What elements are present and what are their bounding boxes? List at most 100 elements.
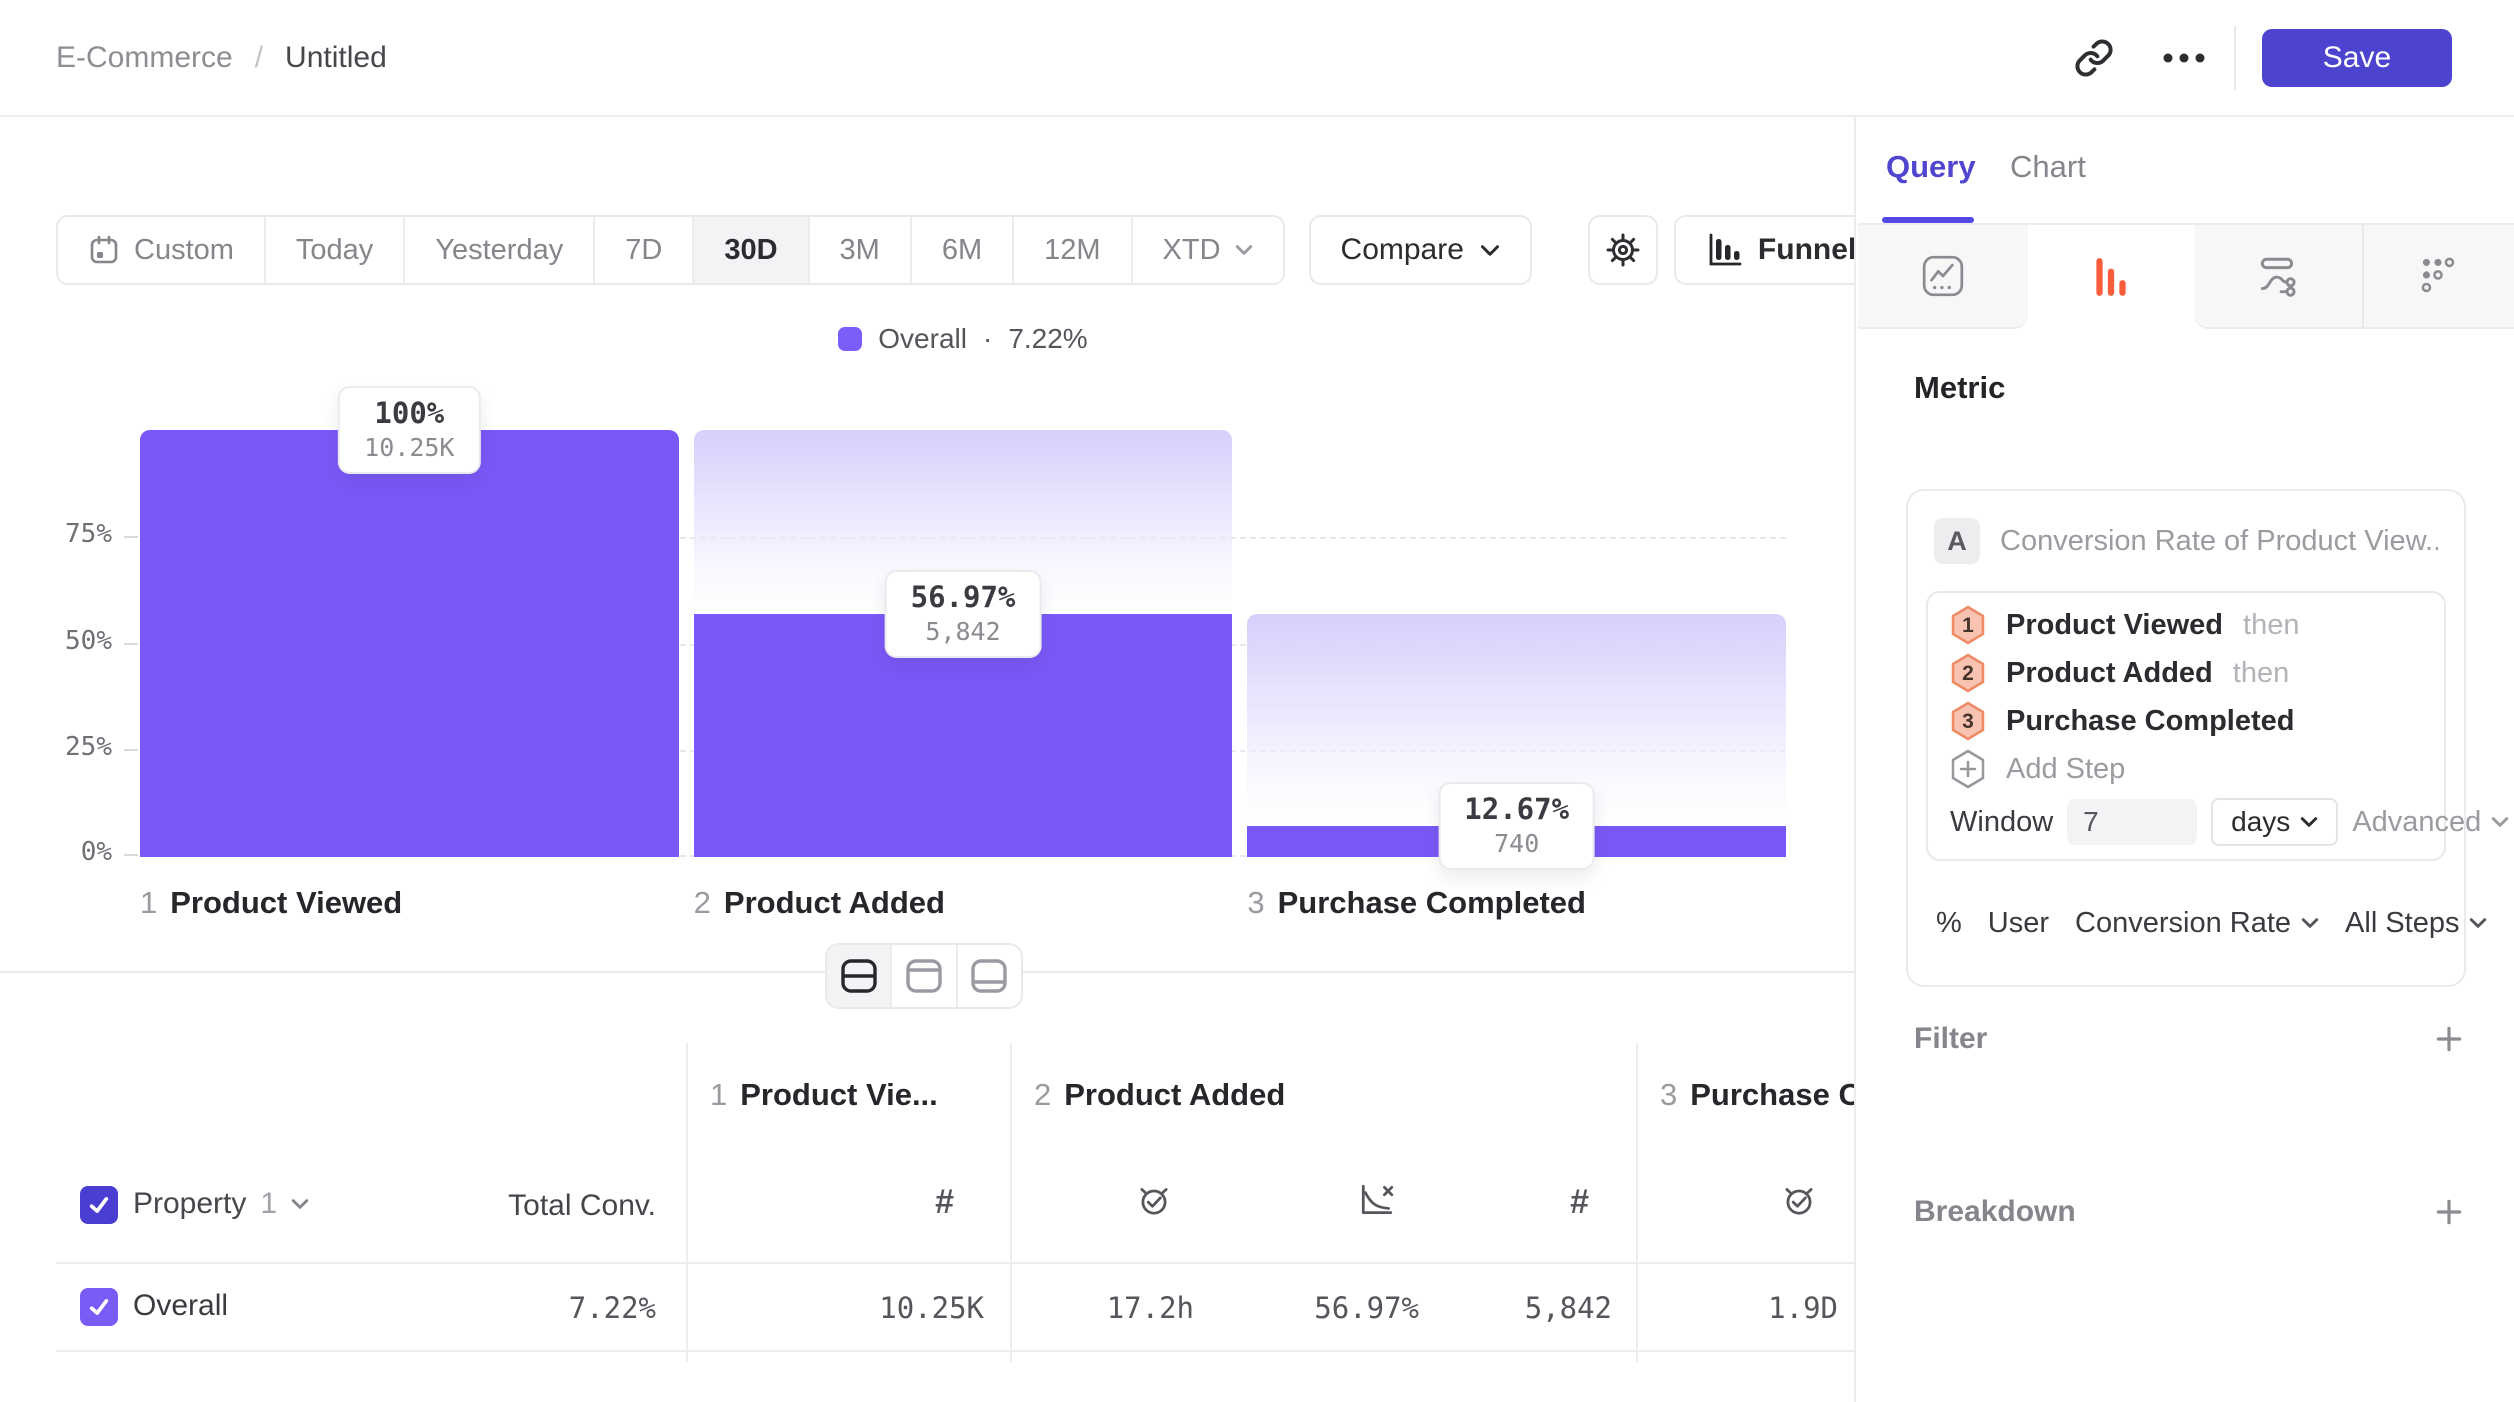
range-xtd[interactable]: XTD	[1133, 217, 1283, 283]
save-button[interactable]: Save	[2262, 29, 2452, 87]
query-step-name: Product Viewed	[2006, 609, 2223, 642]
link-icon	[2074, 38, 2114, 78]
y-tick	[124, 854, 138, 856]
uniques-column-header[interactable]: #	[686, 1183, 954, 1222]
range-label: 6M	[942, 234, 982, 267]
avg-time-column-header[interactable]	[1010, 1181, 1173, 1219]
step-number: 2	[694, 885, 711, 921]
analysis-type-funnels-selected[interactable]	[2028, 225, 2194, 329]
layout-split-button[interactable]	[827, 945, 892, 1007]
advanced-label: Advanced	[2352, 806, 2481, 839]
chart-type-button[interactable]: Funnel Steps	[1674, 215, 1856, 285]
measure-user-dropdown[interactable]: User	[1988, 907, 2049, 940]
property-index: 1	[260, 1187, 277, 1221]
range-3m[interactable]: 3M	[810, 217, 912, 283]
conv-rate-column-header[interactable]	[1218, 1181, 1396, 1219]
metric-title: Conversion Rate of Product View...	[2000, 525, 2438, 558]
table-row-border	[56, 1350, 1856, 1352]
window-value-input[interactable]	[2067, 799, 2197, 845]
tab-chart[interactable]: Chart	[2010, 149, 2086, 185]
legend-separator: ·	[983, 323, 992, 355]
range-label: 7D	[625, 234, 662, 267]
select-all-checkbox[interactable]	[80, 1186, 118, 1224]
chevron-down-icon	[291, 1197, 309, 1211]
range-today[interactable]: Today	[266, 217, 405, 283]
range-7d[interactable]: 7D	[595, 217, 694, 283]
query-step-2[interactable]: 2 Product Added then	[1928, 649, 2444, 697]
step-hexagon-badge: 1	[1950, 605, 1986, 645]
avg-time-column-header-step3[interactable]	[1636, 1181, 1818, 1219]
table-header-step-3: 3 Purchase C	[1660, 1077, 1856, 1113]
breadcrumb-project[interactable]: E-Commerce	[56, 41, 233, 75]
range-custom[interactable]: Custom	[58, 217, 266, 283]
cell-step3-time: 1.9D	[1636, 1291, 1838, 1325]
breadcrumb-separator: /	[255, 41, 263, 75]
add-filter-button[interactable]	[2432, 1022, 2466, 1056]
funnel-plot: 75% 50% 25% 0% 100% 10.25K 56.97%	[140, 430, 1786, 857]
share-link-button[interactable]	[2062, 26, 2126, 90]
range-6m[interactable]: 6M	[912, 217, 1014, 283]
step-hexagon-badge: 2	[1950, 653, 1986, 693]
chevron-down-icon	[1235, 243, 1253, 257]
add-breakdown-button[interactable]	[2432, 1195, 2466, 1229]
window-unit-dropdown[interactable]: days	[2211, 798, 2338, 846]
query-step-1[interactable]: 1 Product Viewed then	[1928, 601, 2444, 649]
count-column-header[interactable]: #	[1443, 1183, 1589, 1222]
range-label: Custom	[134, 234, 234, 267]
chart-toolbar: Custom Today Yesterday 7D 30D 3M 6M 12M …	[56, 215, 1856, 285]
funnel-bar-product-viewed[interactable]: 100% 10.25K	[140, 430, 679, 857]
funnel-bars: 100% 10.25K 56.97% 5,842 12.	[140, 430, 1786, 857]
analysis-type-retention[interactable]	[2362, 225, 2514, 329]
step-name: Product Added	[1064, 1077, 1285, 1113]
range-label: Yesterday	[435, 234, 563, 267]
breadcrumb-title[interactable]: Untitled	[285, 41, 387, 75]
step-name: Product Added	[724, 885, 945, 921]
table-header-border	[56, 1262, 1856, 1264]
funnel-analysis-app: E-Commerce / Untitled	[0, 0, 2514, 1402]
dropoff-chart-icon	[1358, 1181, 1396, 1219]
analysis-type-flows[interactable]	[2194, 225, 2362, 329]
query-step-name: Product Added	[2006, 657, 2213, 690]
funnel-steps-card: 1 Product Viewed then 2 Product Added th…	[1926, 591, 2446, 861]
range-12m[interactable]: 12M	[1014, 217, 1132, 283]
layout-table-only-button[interactable]	[958, 945, 1021, 1007]
funnel-bar-product-added[interactable]: 56.97% 5,842	[694, 430, 1233, 857]
breakdown-heading: Breakdown	[1914, 1195, 2076, 1229]
tab-query[interactable]: Query	[1886, 149, 1976, 185]
table-header-step-1: 1 Product Vie...	[710, 1077, 938, 1113]
filter-section: Filter	[1914, 1022, 2466, 1056]
range-yesterday[interactable]: Yesterday	[405, 217, 595, 283]
more-options-button[interactable]	[2152, 26, 2216, 90]
add-step-button[interactable]: Add Step	[1928, 745, 2444, 793]
step-name: Product Viewed	[170, 885, 402, 921]
query-step-3[interactable]: 3 Purchase Completed	[1928, 697, 2444, 745]
chart-legend[interactable]: Overall · 7.22%	[140, 323, 1786, 355]
topbar-divider	[2234, 26, 2236, 90]
compare-button[interactable]: Compare	[1309, 215, 1532, 285]
topbar: E-Commerce / Untitled	[0, 0, 2514, 117]
tooltip-percent: 100%	[364, 396, 454, 430]
advanced-dropdown[interactable]: Advanced	[2352, 806, 2509, 839]
row-checkbox-overall[interactable]	[80, 1288, 118, 1326]
range-30d-selected[interactable]: 30D	[694, 217, 809, 283]
cell-step2-conv: 56.97%	[1218, 1291, 1419, 1325]
funnel-bar-purchase-completed[interactable]: 12.67% 740	[1247, 430, 1786, 857]
analysis-type-insights[interactable]	[1858, 225, 2028, 329]
svg-text:1: 1	[1962, 614, 1974, 637]
step-name: Product Vie...	[740, 1077, 938, 1113]
check-icon	[88, 1195, 110, 1215]
chart-settings-button[interactable]	[1588, 215, 1658, 285]
svg-text:3: 3	[1962, 710, 1974, 733]
measure-scope-dropdown[interactable]: All Steps	[2345, 907, 2487, 940]
cell-step2-time: 17.2h	[1010, 1291, 1194, 1325]
add-step-label: Add Step	[2006, 753, 2125, 786]
metric-title-row[interactable]: A Conversion Rate of Product View...	[1908, 491, 2464, 591]
measure-scope-label: All Steps	[2345, 907, 2459, 940]
bar-value-tooltip: 56.97% 5,842	[885, 570, 1042, 658]
range-label: 30D	[724, 234, 777, 267]
measure-type-dropdown[interactable]: Conversion Rate	[2075, 907, 2319, 940]
layout-chart-only-button[interactable]	[892, 945, 957, 1007]
time-to-convert-icon	[1780, 1181, 1818, 1219]
property-column-header[interactable]: Property 1	[133, 1187, 309, 1221]
conversion-window-row: Window days Advanced	[1928, 793, 2444, 851]
